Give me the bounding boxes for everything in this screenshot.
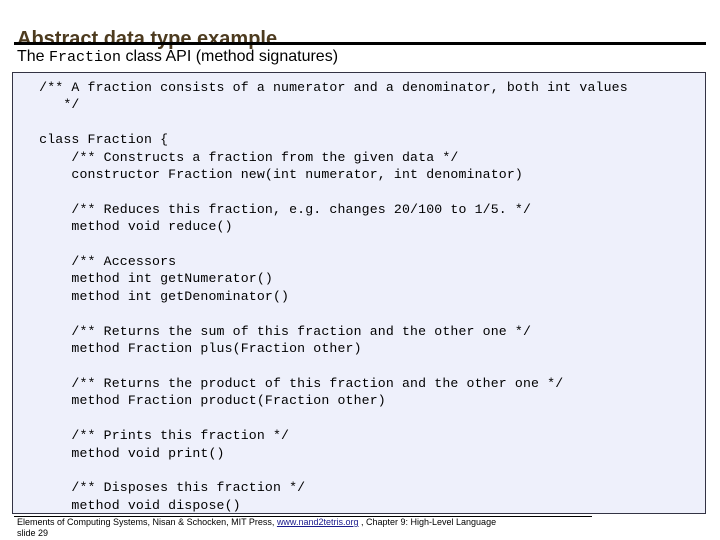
nand2tetris-link[interactable]: www.nand2tetris.org <box>277 517 359 527</box>
footer-text-before-link: Elements of Computing Systems, Nisan & S… <box>17 517 277 527</box>
footer-text-after-link: , Chapter 9: High-Level Language <box>358 517 497 527</box>
slide-canvas: Abstract data type example The Fraction … <box>0 0 720 540</box>
title-divider <box>14 42 706 45</box>
code-listing: /** A fraction consists of a numerator a… <box>39 80 628 513</box>
code-block: /** A fraction consists of a numerator a… <box>12 72 706 514</box>
subtitle-text-before: The <box>17 48 50 65</box>
subtitle-text-after: class API (method signatures) <box>121 48 339 65</box>
subtitle-class-name: Fraction <box>49 49 122 66</box>
slide-number: slide 29 <box>17 528 49 538</box>
footer-citation: Elements of Computing Systems, Nisan & S… <box>17 517 617 529</box>
slide-subtitle: The Fraction class API (method signature… <box>17 47 705 68</box>
